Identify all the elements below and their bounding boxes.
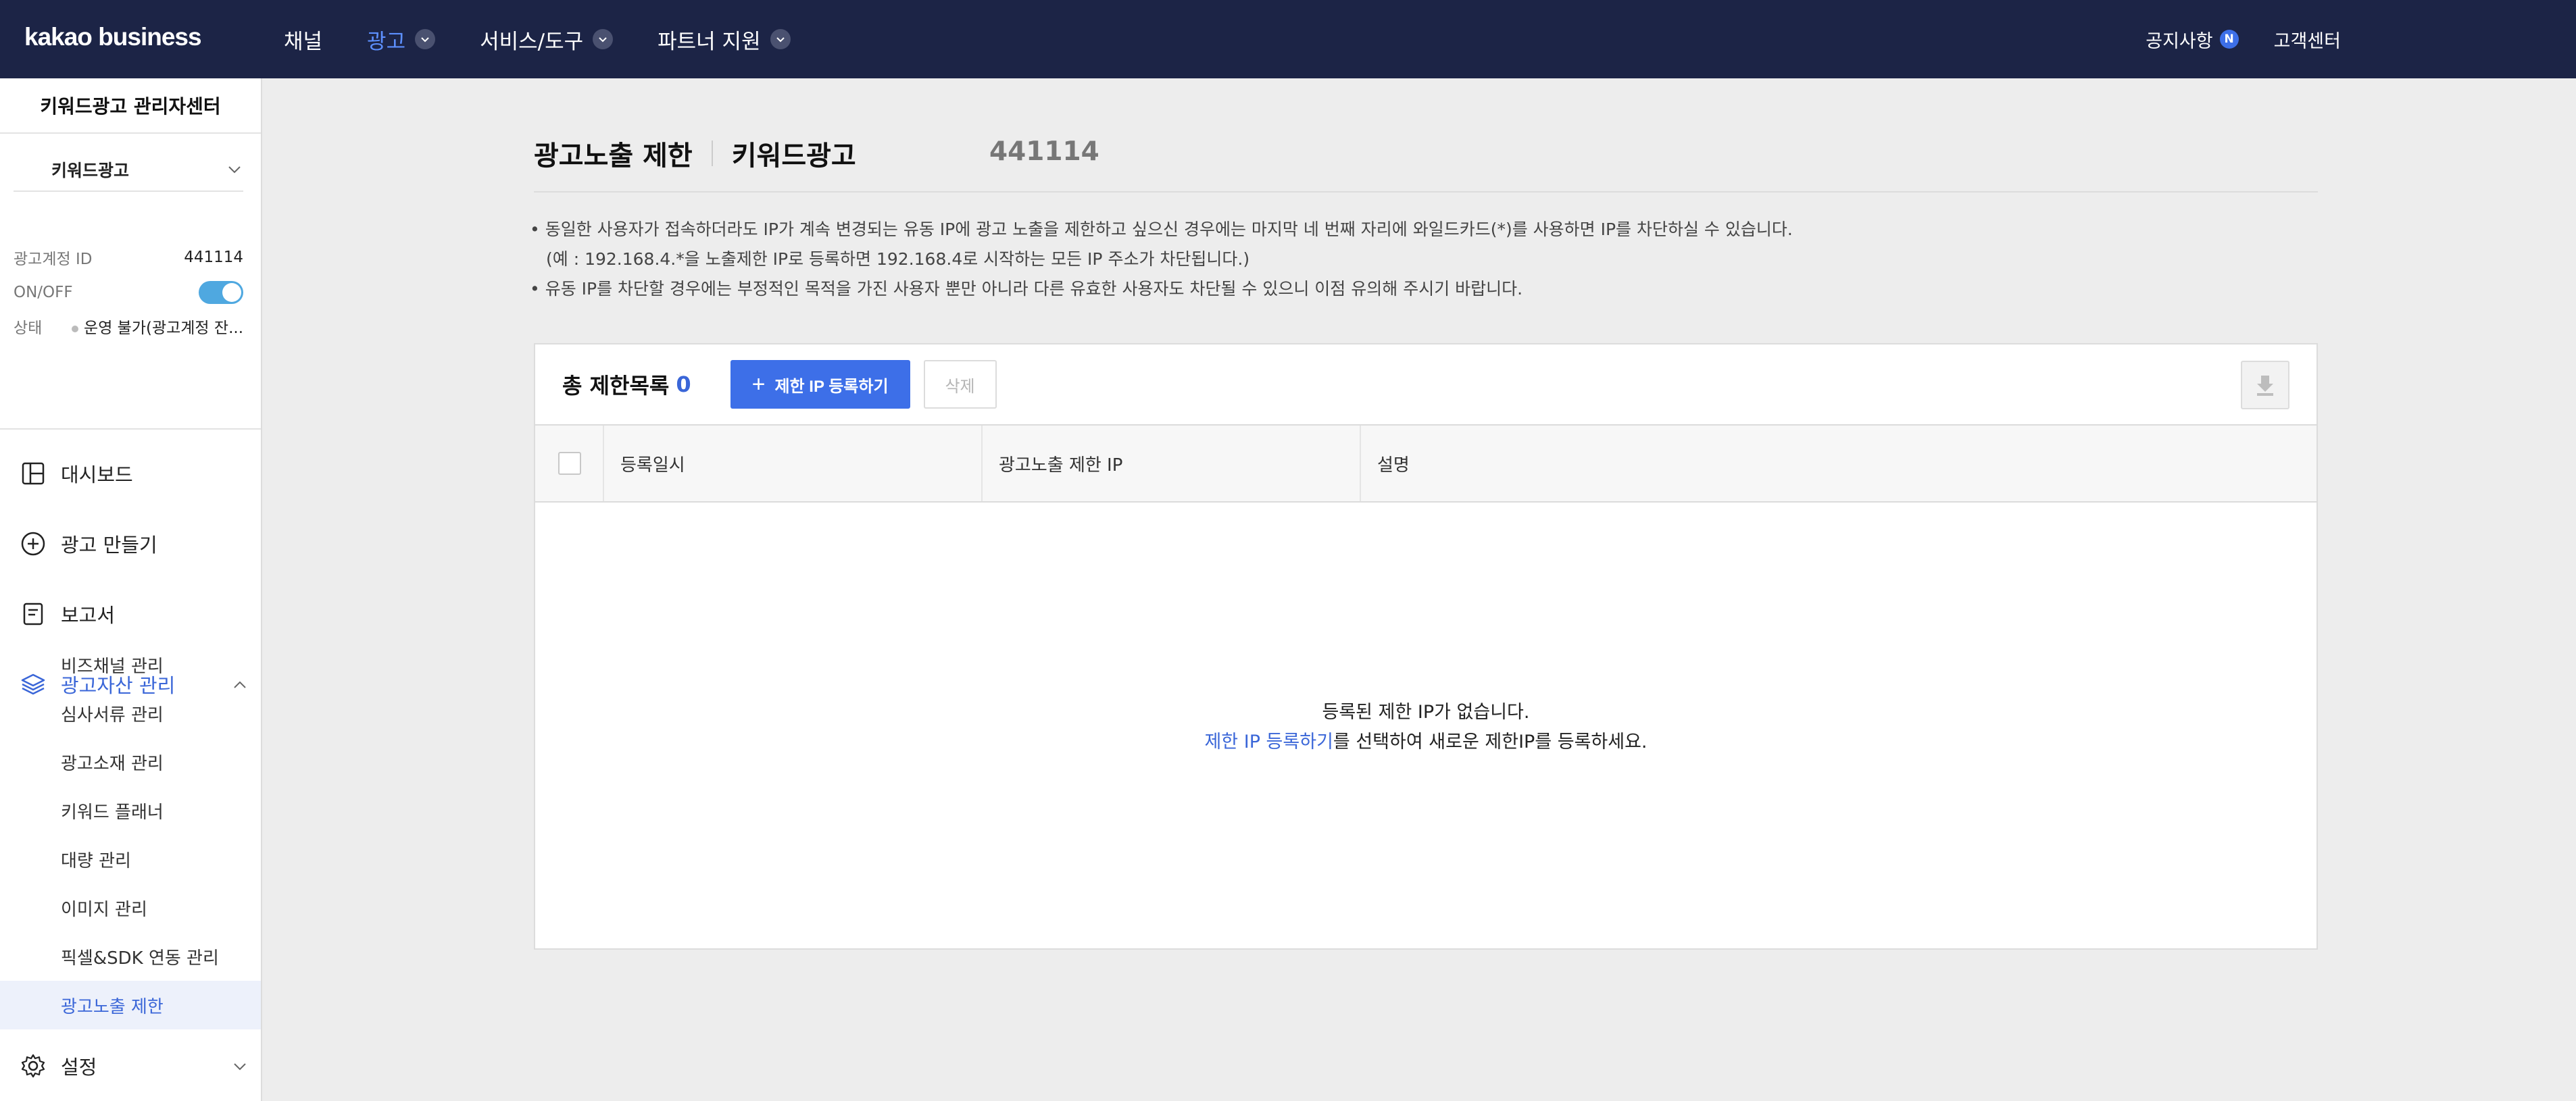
main-menu: 채널 광고 서비스/도구 파트너 지원 [284,0,835,78]
divider [0,428,261,430]
download-button[interactable] [2241,361,2289,409]
description-line-1: • 동일한 사용자가 접속하더라도 IP가 계속 변경되는 유동 IP에 광고 … [530,220,1793,239]
total-label: 총 제한목록 [562,373,670,399]
report-icon [19,600,47,628]
onoff-label: ON/OFF [14,284,73,301]
chevron-down-icon [228,166,241,174]
menu-partner-label: 파트너 지원 [658,29,761,54]
account-id-row: 광고계정 ID 441114 [14,246,243,269]
page-subtitle: 키워드광고 [731,140,856,172]
nav-settings-label: 설정 [61,1056,97,1079]
empty-hint: 제한 IP 등록하기를 선택하여 새로운 제한IP를 등록하세요. [535,727,2317,753]
select-all-checkbox[interactable] [558,452,581,475]
status-row: 상태 운영 불가(광고계정 잔... [14,315,243,338]
column-restricted-ip[interactable]: 광고노출 제한 IP [983,426,1361,501]
column-registered-at-label: 등록일시 [620,455,685,476]
panel-toolbar: 총 제한목록 0 + 제한 IP 등록하기 삭제 [535,344,2317,426]
nav-dashboard[interactable]: 대시보드 [19,453,249,494]
chevron-down-icon [234,1063,246,1071]
nav-create-ad[interactable]: 광고 만들기 [19,523,249,564]
toggle-knob [222,283,241,302]
status-text: 운영 불가(광고계정 잔... [84,319,243,337]
delete-button[interactable]: 삭제 [923,360,997,409]
account-select-value: 키워드광고 [51,161,130,180]
account-select[interactable]: 키워드광고 [14,149,243,192]
nav-dashboard-label: 대시보드 [61,463,133,486]
column-restricted-ip-label: 광고노출 제한 IP [999,455,1123,476]
header-utilities: 공지사항 N 고객센터 [2146,0,2341,78]
page-header: 광고노출 제한 키워드광고 [534,134,856,173]
sub-review-docs-label: 심사서류 관리 [61,705,164,725]
description-line-2: (예 : 192.168.4.*을 노출제한 IP로 등록하면 192.168.… [546,249,1250,269]
sub-ad-exposure-limit[interactable]: 광고노출 제한 [0,981,261,1029]
status-value: 운영 불가(광고계정 잔... [72,315,243,338]
nav-report[interactable]: 보고서 [19,594,249,634]
column-description-label: 설명 [1377,455,1410,476]
sub-bizchannel[interactable]: 비즈채널 관리 [0,640,261,689]
page-account-id: 441114 [989,136,1099,167]
account-id-label: 광고계정 ID [14,251,93,268]
column-registered-at[interactable]: 등록일시 [604,426,983,501]
total-count: 0 [676,372,691,397]
gear-icon [19,1052,47,1080]
sub-creative-label: 광고소재 관리 [61,753,164,774]
sub-ad-exposure-limit-label: 광고노출 제한 [61,996,164,1017]
restriction-list-panel: 총 제한목록 0 + 제한 IP 등록하기 삭제 등록일시 광고노출 제한 IP… [534,343,2318,950]
sub-image-label: 이미지 관리 [61,899,147,920]
menu-ads-label: 광고 [367,29,406,54]
menu-channel-label: 채널 [284,29,323,54]
plus-circle-icon [19,530,47,558]
chevron-down-icon [770,29,791,49]
sidebar-title: 키워드광고 관리자센터 [0,78,261,134]
sub-pixel-sdk[interactable]: 픽셀&SDK 연동 관리 [0,932,261,981]
menu-partner[interactable]: 파트너 지원 [658,24,791,55]
status-label: 상태 [14,319,43,337]
divider [534,191,2318,193]
description-line-3: • 유동 IP를 차단할 경우에는 부정적인 목적을 가진 사용자 뿐만 아니라… [530,279,1523,299]
page-title: 광고노출 제한 [534,140,693,172]
notice-label: 공지사항 [2146,30,2213,52]
onoff-row: ON/OFF [14,281,243,304]
account-id-value: 441114 [184,249,243,266]
status-dot [72,325,79,332]
sub-bulk-label: 대량 관리 [61,850,131,871]
menu-services-label: 서비스/도구 [480,29,584,54]
onoff-toggle[interactable] [199,281,243,304]
notice-link[interactable]: 공지사항 N [2146,26,2239,53]
sub-image[interactable]: 이미지 관리 [0,884,261,932]
register-ip-label: 제한 IP 등록하기 [774,377,889,396]
top-header: kakao business 채널 광고 서비스/도구 파트너 지원 공지사항 … [0,0,2576,78]
register-ip-button[interactable]: + 제한 IP 등록하기 [730,360,910,409]
select-all-cell [535,426,604,501]
column-description[interactable]: 설명 [1361,426,2317,501]
table-header: 등록일시 광고노출 제한 IP 설명 [535,426,2317,503]
plus-icon: + [751,371,766,397]
sub-keyword-planner[interactable]: 키워드 플래너 [0,786,261,835]
nav-report-label: 보고서 [61,604,116,627]
menu-channel[interactable]: 채널 [284,24,322,55]
empty-message: 등록된 제한 IP가 없습니다. [1322,702,1530,723]
empty-hint-suffix: 를 선택하여 새로운 제한IP를 등록하세요. [1333,732,1648,752]
new-badge: N [2219,30,2239,49]
sub-bizchannel-label: 비즈채널 관리 [61,656,164,677]
title-divider [711,140,713,166]
dashboard-icon [19,459,47,488]
download-icon [2257,376,2273,396]
empty-register-link[interactable]: 제한 IP 등록하기 [1204,732,1333,752]
nav-settings[interactable]: 설정 [19,1046,249,1086]
sub-bulk[interactable]: 대량 관리 [0,835,261,884]
menu-ads[interactable]: 광고 [367,24,436,55]
sidebar: 키워드광고 관리자센터 키워드광고 광고계정 ID 441114 ON/OFF … [0,78,262,1101]
chevron-down-icon [415,29,436,49]
sub-keyword-planner-label: 키워드 플래너 [61,802,164,823]
kakao-business-logo[interactable]: kakao business [24,23,202,51]
sub-creative[interactable]: 광고소재 관리 [0,738,261,786]
sub-review-docs[interactable]: 심사서류 관리 [0,689,261,738]
support-link[interactable]: 고객센터 [2274,26,2341,53]
chevron-down-icon [593,29,614,49]
sub-pixel-sdk-label: 픽셀&SDK 연동 관리 [61,948,219,969]
menu-services[interactable]: 서비스/도구 [480,24,614,55]
nav-create-ad-label: 광고 만들기 [61,534,157,557]
